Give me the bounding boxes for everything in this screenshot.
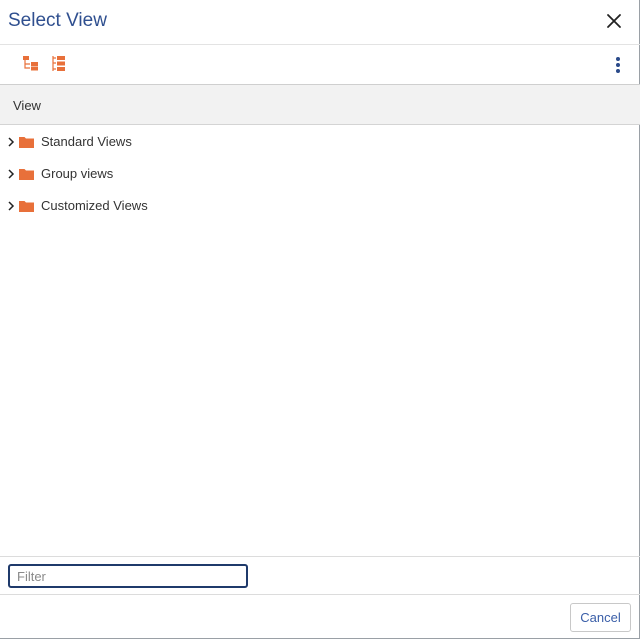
toolbar bbox=[0, 45, 640, 85]
dialog-header: Select View bbox=[0, 0, 640, 45]
tree-item-customized-views[interactable]: Customized Views bbox=[0, 190, 620, 220]
folder-icon bbox=[19, 199, 34, 212]
dialog-title: Select View bbox=[8, 10, 107, 31]
tree-item-group-views[interactable]: Group views bbox=[0, 158, 620, 188]
more-vertical-icon[interactable] bbox=[614, 55, 622, 75]
folder-icon bbox=[19, 167, 34, 180]
filter-bar bbox=[0, 556, 640, 595]
folder-icon bbox=[19, 135, 34, 148]
collapse-tree-icon[interactable] bbox=[50, 55, 68, 73]
chevron-right-icon[interactable] bbox=[7, 167, 15, 179]
tree-item-label: Standard Views bbox=[41, 134, 132, 149]
chevron-right-icon[interactable] bbox=[7, 135, 15, 147]
tree-item-label: Customized Views bbox=[41, 198, 148, 213]
close-icon[interactable] bbox=[604, 11, 624, 31]
column-header: View bbox=[0, 85, 640, 125]
tree-item-label: Group views bbox=[41, 166, 114, 181]
filter-input[interactable] bbox=[8, 564, 248, 588]
chevron-right-icon[interactable] bbox=[7, 199, 15, 211]
select-view-dialog: Select View View Standard Views Group vi… bbox=[0, 0, 640, 639]
view-tree: Standard Views Group views Customized Vi… bbox=[0, 126, 640, 556]
expand-tree-icon[interactable] bbox=[22, 55, 40, 73]
cancel-button[interactable]: Cancel bbox=[570, 603, 631, 632]
column-header-label: View bbox=[13, 98, 41, 113]
tree-item-standard-views[interactable]: Standard Views bbox=[0, 126, 620, 156]
